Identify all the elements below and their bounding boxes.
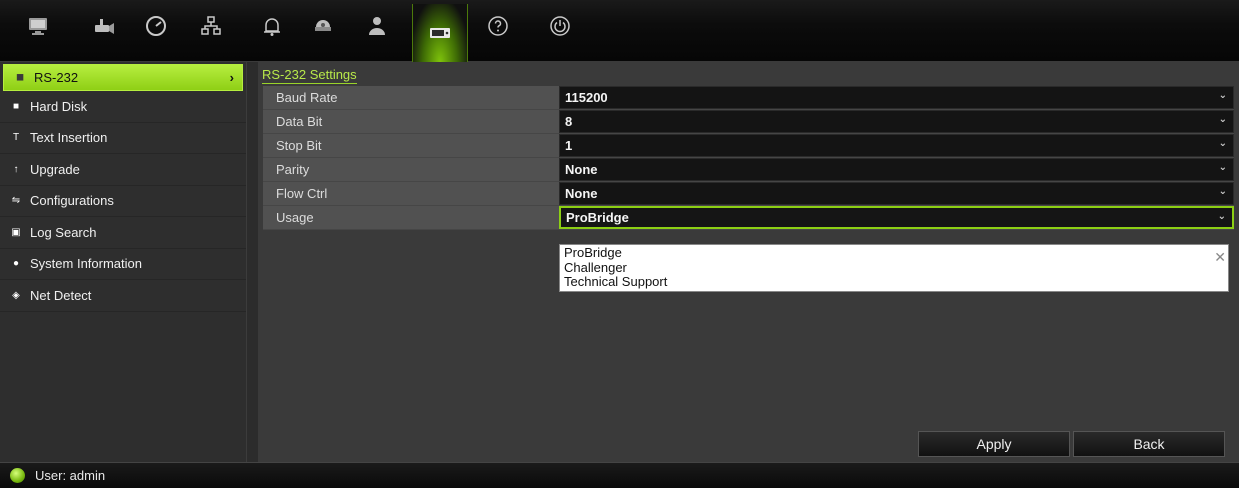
- log-search-icon: ▣: [11, 226, 21, 238]
- flow-ctrl-row: Flow Ctrl None ⌄: [263, 182, 1234, 206]
- power-icon[interactable]: [540, 14, 580, 58]
- sidebar-item-label: Log Search: [30, 224, 97, 240]
- flow-ctrl-select[interactable]: None ⌄: [559, 182, 1234, 205]
- dome-camera-icon[interactable]: [303, 14, 343, 58]
- user-icon[interactable]: [357, 14, 397, 58]
- sidebar-item-configurations[interactable]: ⇋ Configurations: [0, 186, 246, 217]
- chevron-down-icon: ⌄: [1218, 138, 1227, 149]
- status-bar: User: admin: [0, 462, 1239, 488]
- baud-rate-select[interactable]: 115200 ⌄: [559, 86, 1234, 109]
- network-icon[interactable]: [191, 14, 231, 58]
- dropdown-option-technical-support[interactable]: Technical Support: [564, 274, 1224, 290]
- user-status-text: User: admin: [35, 468, 106, 483]
- help-icon[interactable]: [478, 14, 518, 58]
- rs232-icon: ◼: [15, 72, 25, 83]
- sidebar-item-text-insertion[interactable]: T Text Insertion: [0, 123, 246, 154]
- field-label: Parity: [263, 158, 559, 181]
- device-management-icon[interactable]: [412, 4, 468, 62]
- select-value: 8: [565, 114, 573, 129]
- sidebar-item-label: System Information: [30, 256, 142, 272]
- dropdown-option-challenger[interactable]: Challenger: [564, 260, 1224, 276]
- display-icon[interactable]: [18, 14, 58, 58]
- field-label: Flow Ctrl: [263, 182, 559, 205]
- sidebar-item-net-detect[interactable]: ◈ Net Detect: [0, 280, 246, 312]
- dropdown-option-probridge[interactable]: ProBridge: [564, 245, 1224, 261]
- sidebar-item-system-information[interactable]: ● System Information: [0, 249, 246, 280]
- chevron-down-icon: ⌄: [1218, 114, 1227, 125]
- select-value: None: [565, 162, 598, 177]
- field-label: Stop Bit: [263, 134, 559, 157]
- sidebar-item-label: Net Detect: [30, 287, 92, 303]
- text-insertion-icon: T: [12, 132, 20, 144]
- net-detect-icon: ◈: [12, 289, 20, 301]
- sidebar-item-label: Configurations: [30, 193, 114, 209]
- sidebar-item-rs232[interactable]: ◼ RS-232 ›: [3, 64, 243, 91]
- baud-rate-row: Baud Rate 115200 ⌄: [263, 86, 1234, 110]
- top-toolbar: [0, 0, 1239, 62]
- data-bit-row: Data Bit 8 ⌄: [263, 110, 1234, 134]
- usage-select[interactable]: ProBridge ⌄: [559, 206, 1234, 229]
- sidebar: ◼ RS-232 › ■ Hard Disk T Text Insertion …: [0, 62, 247, 462]
- select-value: 1: [565, 138, 573, 153]
- sidebar-item-label: Text Insertion: [30, 130, 108, 146]
- user-status-icon: [10, 468, 25, 483]
- apply-button[interactable]: Apply: [918, 431, 1070, 457]
- sidebar-item-hard-disk[interactable]: ■ Hard Disk: [0, 91, 246, 123]
- chevron-down-icon: ⌄: [1218, 186, 1227, 197]
- gauge-icon[interactable]: [136, 14, 176, 58]
- chevron-right-icon: ›: [229, 70, 234, 85]
- field-label: Usage: [263, 206, 559, 229]
- sidebar-item-log-search[interactable]: ▣ Log Search: [0, 217, 246, 249]
- sidebar-item-upgrade[interactable]: ↑ Upgrade: [0, 154, 246, 186]
- camera-icon[interactable]: [84, 14, 124, 58]
- data-bit-select[interactable]: 8 ⌄: [559, 110, 1234, 133]
- info-icon: ●: [12, 258, 20, 270]
- back-button[interactable]: Back: [1073, 431, 1225, 457]
- field-label: Data Bit: [263, 110, 559, 133]
- chevron-down-icon: ⌄: [1217, 211, 1226, 222]
- parity-row: Parity None ⌄: [263, 158, 1234, 182]
- select-value: ProBridge: [566, 210, 629, 225]
- upgrade-icon: ↑: [13, 163, 19, 175]
- chevron-down-icon: ⌄: [1218, 162, 1227, 173]
- main-panel: RS-232 Settings Baud Rate 115200 ⌄ Data …: [258, 62, 1239, 462]
- select-value: 115200: [565, 90, 608, 105]
- configurations-icon: ⇋: [11, 195, 21, 207]
- usage-dropdown-list: ProBridge Challenger Technical Support ✕: [559, 244, 1229, 292]
- chevron-down-icon: ⌄: [1218, 90, 1227, 101]
- settings-form: Baud Rate 115200 ⌄ Data Bit 8 ⌄ Stop Bit…: [263, 86, 1234, 230]
- page-title: RS-232 Settings: [262, 67, 357, 84]
- stop-bit-row: Stop Bit 1 ⌄: [263, 134, 1234, 158]
- usage-row: Usage ProBridge ⌄: [263, 206, 1234, 230]
- close-icon[interactable]: ✕: [1214, 249, 1226, 266]
- sidebar-item-label: Hard Disk: [30, 98, 88, 114]
- parity-select[interactable]: None ⌄: [559, 158, 1234, 181]
- alarm-bell-icon[interactable]: [252, 14, 292, 58]
- stop-bit-select[interactable]: 1 ⌄: [559, 134, 1234, 157]
- sidebar-item-label: Upgrade: [30, 161, 80, 177]
- hard-disk-icon: ■: [12, 100, 20, 112]
- select-value: None: [565, 186, 598, 201]
- sidebar-item-label: RS-232: [34, 70, 79, 85]
- field-label: Baud Rate: [263, 86, 559, 109]
